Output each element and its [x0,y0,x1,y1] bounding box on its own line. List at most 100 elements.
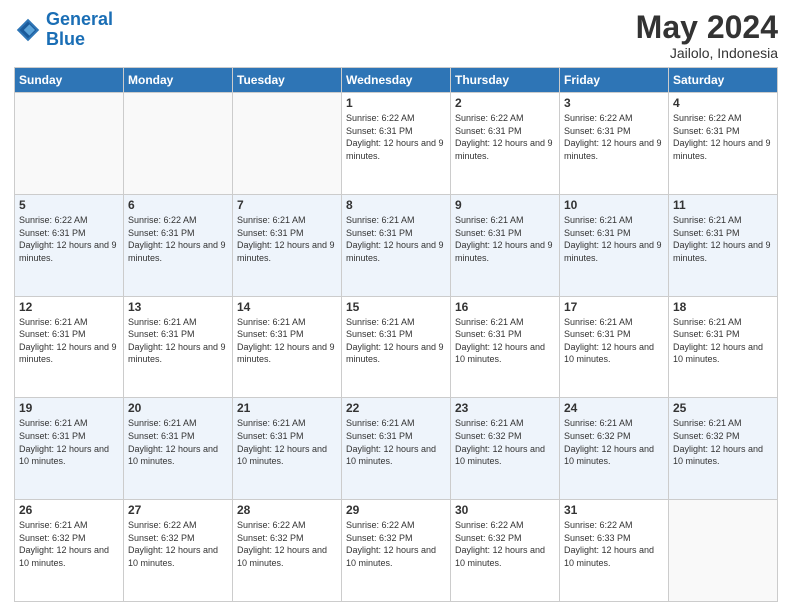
day-number: 1 [346,96,446,110]
day-info: Sunrise: 6:21 AM Sunset: 6:31 PM Dayligh… [19,316,119,366]
day-info: Sunrise: 6:22 AM Sunset: 6:31 PM Dayligh… [673,112,773,162]
day-info: Sunrise: 6:21 AM Sunset: 6:31 PM Dayligh… [673,214,773,264]
calendar-cell: 13 Sunrise: 6:21 AM Sunset: 6:31 PM Dayli… [124,296,233,398]
calendar-cell: 11 Sunrise: 6:21 AM Sunset: 6:31 PM Dayli… [669,194,778,296]
weekday-header: Sunday [15,68,124,93]
day-number: 9 [455,198,555,212]
weekday-header: Saturday [669,68,778,93]
day-number: 3 [564,96,664,110]
calendar-cell: 22 Sunrise: 6:21 AM Sunset: 6:31 PM Dayli… [342,398,451,500]
day-info: Sunrise: 6:22 AM Sunset: 6:31 PM Dayligh… [346,112,446,162]
day-info: Sunrise: 6:21 AM Sunset: 6:31 PM Dayligh… [346,214,446,264]
day-info: Sunrise: 6:22 AM Sunset: 6:31 PM Dayligh… [128,214,228,264]
calendar-cell: 10Sunrise: 6:21 AM Sunset: 6:31 PM Dayli… [560,194,669,296]
day-info: Sunrise: 6:21 AM Sunset: 6:31 PM Dayligh… [564,316,664,366]
location: Jailolo, Indonesia [636,45,778,61]
weekday-header: Monday [124,68,233,93]
weekday-header: Wednesday [342,68,451,93]
day-number: 22 [346,401,446,415]
calendar-cell: 27 Sunrise: 6:22 AM Sunset: 6:32 PM Dayli… [124,500,233,602]
day-info: Sunrise: 6:21 AM Sunset: 6:31 PM Dayligh… [237,214,337,264]
calendar-cell: 9 Sunrise: 6:21 AM Sunset: 6:31 PM Daylig… [451,194,560,296]
day-info: Sunrise: 6:21 AM Sunset: 6:32 PM Dayligh… [564,417,664,467]
day-number: 4 [673,96,773,110]
weekday-header: Thursday [451,68,560,93]
calendar-cell: 1 Sunrise: 6:22 AM Sunset: 6:31 PM Daylig… [342,93,451,195]
day-number: 2 [455,96,555,110]
logo-icon [14,16,42,44]
calendar-cell: 7 Sunrise: 6:21 AM Sunset: 6:31 PM Daylig… [233,194,342,296]
day-info: Sunrise: 6:21 AM Sunset: 6:31 PM Dayligh… [564,214,664,264]
calendar-cell: 8Sunrise: 6:21 AM Sunset: 6:31 PM Daylig… [342,194,451,296]
day-number: 27 [128,503,228,517]
calendar-cell: 19Sunrise: 6:21 AM Sunset: 6:31 PM Dayli… [15,398,124,500]
calendar-cell: 29Sunrise: 6:22 AM Sunset: 6:32 PM Dayli… [342,500,451,602]
day-number: 20 [128,401,228,415]
calendar-week-row: 5Sunrise: 6:22 AM Sunset: 6:31 PM Daylig… [15,194,778,296]
day-info: Sunrise: 6:22 AM Sunset: 6:32 PM Dayligh… [128,519,228,569]
calendar-table: SundayMondayTuesdayWednesdayThursdayFrid… [14,67,778,602]
day-number: 16 [455,300,555,314]
title-block: May 2024 Jailolo, Indonesia [636,10,778,61]
day-number: 18 [673,300,773,314]
calendar-cell: 20 Sunrise: 6:21 AM Sunset: 6:31 PM Dayli… [124,398,233,500]
day-info: Sunrise: 6:21 AM Sunset: 6:31 PM Dayligh… [128,417,228,467]
calendar-cell: 30 Sunrise: 6:22 AM Sunset: 6:32 PM Dayli… [451,500,560,602]
day-number: 7 [237,198,337,212]
calendar-cell: 17 Sunrise: 6:21 AM Sunset: 6:31 PM Dayli… [560,296,669,398]
day-info: Sunrise: 6:21 AM Sunset: 6:31 PM Dayligh… [346,316,446,366]
calendar-cell: 21 Sunrise: 6:21 AM Sunset: 6:31 PM Dayli… [233,398,342,500]
day-number: 26 [19,503,119,517]
calendar-week-row: 19Sunrise: 6:21 AM Sunset: 6:31 PM Dayli… [15,398,778,500]
day-info: Sunrise: 6:22 AM Sunset: 6:31 PM Dayligh… [455,112,555,162]
day-info: Sunrise: 6:21 AM Sunset: 6:31 PM Dayligh… [455,316,555,366]
day-number: 23 [455,401,555,415]
day-info: Sunrise: 6:21 AM Sunset: 6:31 PM Dayligh… [673,316,773,366]
day-info: Sunrise: 6:21 AM Sunset: 6:31 PM Dayligh… [237,417,337,467]
calendar-cell: 14 Sunrise: 6:21 AM Sunset: 6:31 PM Dayli… [233,296,342,398]
day-info: Sunrise: 6:21 AM Sunset: 6:31 PM Dayligh… [346,417,446,467]
calendar-cell: 12 Sunrise: 6:21 AM Sunset: 6:31 PM Dayli… [15,296,124,398]
logo: General Blue [14,10,113,50]
day-number: 21 [237,401,337,415]
calendar-cell: 2 Sunrise: 6:22 AM Sunset: 6:31 PM Daylig… [451,93,560,195]
day-number: 17 [564,300,664,314]
day-info: Sunrise: 6:22 AM Sunset: 6:32 PM Dayligh… [455,519,555,569]
day-info: Sunrise: 6:21 AM Sunset: 6:31 PM Dayligh… [237,316,337,366]
day-info: Sunrise: 6:21 AM Sunset: 6:31 PM Dayligh… [455,214,555,264]
calendar-cell: 5Sunrise: 6:22 AM Sunset: 6:31 PM Daylig… [15,194,124,296]
day-number: 28 [237,503,337,517]
logo-line1: General [46,9,113,29]
day-number: 11 [673,198,773,212]
day-number: 15 [346,300,446,314]
day-info: Sunrise: 6:22 AM Sunset: 6:31 PM Dayligh… [564,112,664,162]
day-info: Sunrise: 6:21 AM Sunset: 6:31 PM Dayligh… [128,316,228,366]
day-number: 14 [237,300,337,314]
day-number: 31 [564,503,664,517]
weekday-header: Tuesday [233,68,342,93]
calendar-header-row: SundayMondayTuesdayWednesdayThursdayFrid… [15,68,778,93]
calendar-cell [669,500,778,602]
calendar-cell: 25Sunrise: 6:21 AM Sunset: 6:32 PM Dayli… [669,398,778,500]
calendar-cell [233,93,342,195]
day-number: 30 [455,503,555,517]
calendar-cell: 16 Sunrise: 6:21 AM Sunset: 6:31 PM Dayli… [451,296,560,398]
calendar-cell: 24 Sunrise: 6:21 AM Sunset: 6:32 PM Dayli… [560,398,669,500]
calendar-cell: 23Sunrise: 6:21 AM Sunset: 6:32 PM Dayli… [451,398,560,500]
calendar-cell: 3 Sunrise: 6:22 AM Sunset: 6:31 PM Daylig… [560,93,669,195]
day-number: 24 [564,401,664,415]
calendar-cell: 28Sunrise: 6:22 AM Sunset: 6:32 PM Dayli… [233,500,342,602]
calendar-week-row: 12 Sunrise: 6:21 AM Sunset: 6:31 PM Dayli… [15,296,778,398]
day-number: 25 [673,401,773,415]
logo-line2: Blue [46,29,85,49]
calendar-cell [15,93,124,195]
calendar-cell: 15 Sunrise: 6:21 AM Sunset: 6:31 PM Dayli… [342,296,451,398]
weekday-header: Friday [560,68,669,93]
calendar-cell: 26Sunrise: 6:21 AM Sunset: 6:32 PM Dayli… [15,500,124,602]
day-number: 12 [19,300,119,314]
calendar-cell: 4 Sunrise: 6:22 AM Sunset: 6:31 PM Daylig… [669,93,778,195]
calendar-cell: 18 Sunrise: 6:21 AM Sunset: 6:31 PM Dayli… [669,296,778,398]
day-number: 13 [128,300,228,314]
calendar-cell: 31Sunrise: 6:22 AM Sunset: 6:33 PM Dayli… [560,500,669,602]
logo-text: General Blue [46,10,113,50]
